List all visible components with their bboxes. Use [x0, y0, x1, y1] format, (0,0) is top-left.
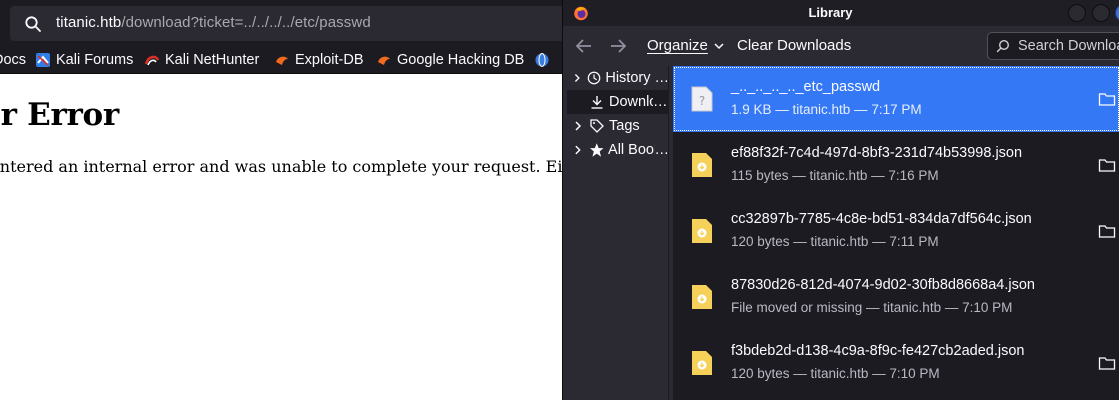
bookmark-kali-forums[interactable]: Kali Forums	[35, 50, 133, 70]
url-bar[interactable]: titanic.htb/download?ticket=../../../../…	[10, 6, 570, 41]
bookmark-label: Google Hacking DB	[397, 52, 525, 68]
maximize-button[interactable]	[1092, 4, 1110, 22]
kali-forums-icon	[36, 53, 50, 67]
clock-icon	[587, 71, 601, 85]
url-host: titanic.htb	[56, 14, 122, 31]
chevron-right-icon[interactable]	[571, 143, 585, 157]
folder-icon[interactable]	[1098, 223, 1116, 239]
bookmark-google-hacking-db[interactable]: Google Hacking DB	[376, 50, 524, 70]
bookmark-overflow[interactable]	[534, 50, 555, 70]
download-status: 1.9 KB — titanic.htb — 7:17 PM	[731, 102, 922, 117]
google-hacking-db-icon	[378, 56, 390, 65]
download-item[interactable]: cc32897b-7785-4c8e-bd51-834da7df564c.jso…	[673, 198, 1119, 264]
download-filename: 87830d26-812d-4074-9d02-30fb8d8668a4.jso…	[731, 277, 1035, 293]
json-file-icon	[692, 351, 712, 375]
library-window: Library Organize Clear Downloads Search …	[562, 0, 1119, 400]
library-toolbar: Organize Clear Downloads Search Download…	[563, 26, 1119, 66]
browser-window: titanic.htb/download?ticket=../../../../…	[0, 0, 570, 400]
download-item[interactable]: ? _.._.._.._.._etc_passwd 1.9 KB — titan…	[673, 66, 1119, 132]
forward-arrow-icon[interactable]	[607, 35, 629, 57]
download-filename: f3bdeb2d-d138-4c9a-8f9c-fe427cb2aded.jso…	[731, 343, 1025, 359]
library-sidebar: History… Downloads… Tags All Bookmarks…	[563, 66, 669, 400]
url-text[interactable]: titanic.htb/download?ticket=../../../../…	[56, 14, 371, 31]
json-file-icon	[692, 219, 712, 243]
bookmark-label: Exploit-DB	[295, 52, 364, 68]
download-item[interactable]: 87830d26-812d-4074-9d02-30fb8d8668a4.jso…	[673, 264, 1119, 330]
bookmark-label: Docs	[0, 52, 27, 68]
download-filename: _.._.._.._.._etc_passwd	[731, 79, 881, 95]
title-bar: Library	[563, 0, 1119, 26]
folder-icon[interactable]	[1098, 157, 1116, 173]
sidebar-label: All Bookmarks	[608, 142, 654, 158]
back-arrow-icon[interactable]	[573, 35, 595, 57]
sidebar-item-all-bookmarks[interactable]: All Bookmarks…	[567, 138, 669, 162]
search-downloads-input[interactable]: Search Downloads	[987, 32, 1119, 60]
json-file-icon	[692, 153, 712, 177]
sidebar-label: Downloads	[609, 94, 653, 110]
svg-text:?: ?	[699, 94, 705, 108]
sidebar-item-history[interactable]: History…	[567, 66, 669, 90]
kali-nethunter-icon	[144, 55, 160, 66]
folder-icon[interactable]	[1098, 355, 1116, 371]
bookmark-label: Kali Forums	[56, 52, 134, 68]
bookmark-label: Kali NetHunter	[165, 52, 260, 68]
organize-label: Organize	[647, 37, 708, 54]
navigation-bar: titanic.htb/download?ticket=../../../../…	[0, 0, 570, 46]
url-path: /download?ticket=../../../../etc/passwd	[121, 14, 371, 31]
minimize-button[interactable]	[1068, 4, 1086, 22]
organize-menu-button[interactable]: Organize	[647, 37, 724, 54]
chevron-right-icon[interactable]	[571, 71, 583, 85]
bookmark-kali-nethunter[interactable]: Kali NetHunter	[144, 50, 259, 70]
download-status: File moved or missing — titanic.htb — 7:…	[731, 300, 1013, 315]
download-item[interactable]: ef88f32f-7c4d-497d-8bf3-231d74b53998.jso…	[673, 132, 1119, 198]
downloads-list: ? _.._.._.._.._etc_passwd 1.9 KB — titan…	[673, 66, 1119, 400]
chevron-right-icon[interactable]	[571, 119, 585, 133]
page-content: Internal Server Error The server encount…	[0, 75, 562, 400]
download-item[interactable]: f3bdeb2d-d138-4c9a-8f9c-fe427cb2aded.jso…	[673, 330, 1119, 396]
download-filename: cc32897b-7785-4c8e-bd51-834da7df564c.jso…	[731, 211, 1032, 227]
clear-downloads-button[interactable]: Clear Downloads	[737, 37, 851, 54]
download-icon	[591, 96, 603, 109]
bookmarks-toolbar: Docs Kali Forums Kali NetHunter Exploit-…	[0, 46, 562, 74]
chevron-down-icon	[714, 43, 724, 50]
search-icon	[25, 16, 41, 32]
download-filename: ef88f32f-7c4d-497d-8bf3-231d74b53998.jso…	[731, 145, 1023, 161]
unknown-file-icon: ?	[691, 86, 713, 112]
sidebar-label: History	[605, 70, 651, 86]
json-file-icon	[692, 285, 712, 309]
sidebar-item-downloads[interactable]: Downloads…	[567, 90, 669, 114]
error-heading: Internal Server Error	[0, 97, 119, 133]
error-message: The server encountered an internal error…	[0, 157, 562, 176]
folder-icon[interactable]	[1098, 91, 1116, 107]
sidebar-item-tags[interactable]: Tags	[567, 114, 669, 138]
sidebar-label: Tags	[609, 118, 640, 134]
exploit-db-icon	[276, 56, 288, 65]
download-status: 120 bytes — titanic.htb — 7:10 PM	[731, 366, 940, 381]
window-title: Library	[808, 5, 853, 20]
tag-icon	[590, 119, 604, 133]
globe-icon	[535, 53, 549, 67]
download-status: 115 bytes — titanic.htb — 7:16 PM	[731, 168, 939, 183]
search-placeholder: Search Downloads	[1018, 38, 1119, 54]
search-icon	[996, 39, 1010, 53]
star-icon	[589, 143, 604, 157]
bookmark-exploit-db[interactable]: Exploit-DB	[274, 50, 364, 70]
bookmark-docs[interactable]: Docs	[0, 50, 26, 70]
download-status: 120 bytes — titanic.htb — 7:11 PM	[731, 234, 939, 249]
close-button[interactable]	[1115, 4, 1119, 22]
